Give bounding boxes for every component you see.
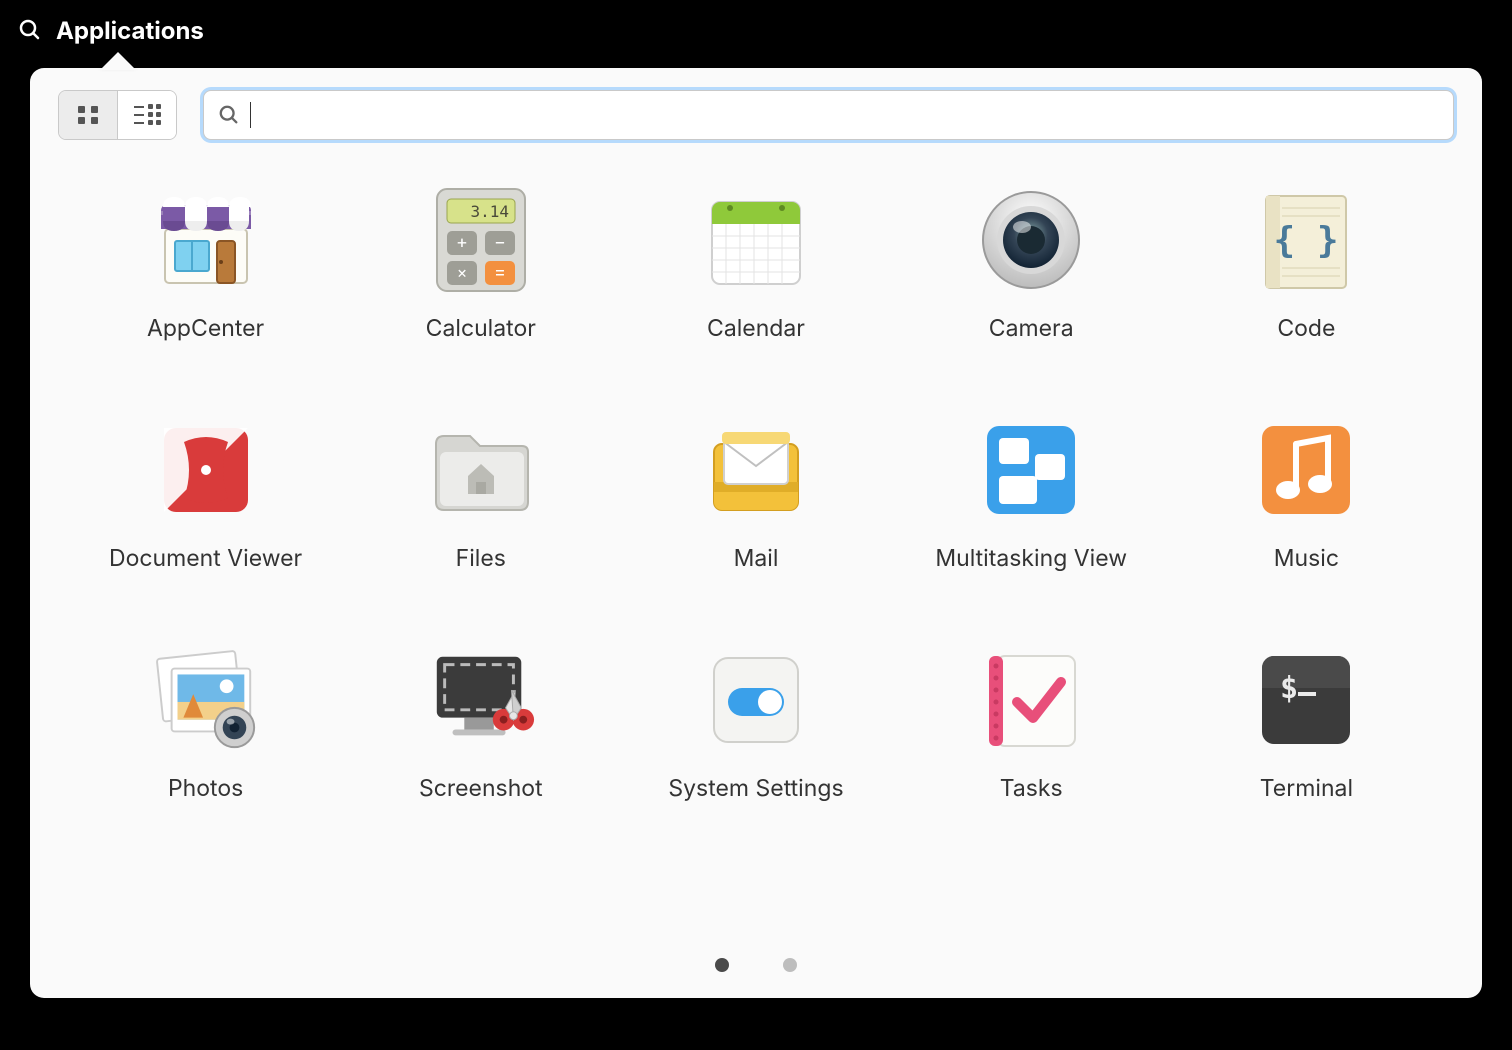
app-settings[interactable]: System Settings — [628, 644, 883, 802]
grid-view-icon — [75, 102, 101, 128]
app-tasks[interactable]: Tasks — [904, 644, 1159, 802]
mail-icon — [700, 414, 812, 526]
app-label: AppCenter — [147, 314, 264, 342]
docviewer-icon — [150, 414, 262, 526]
app-label: Calculator — [426, 314, 536, 342]
files-icon — [425, 414, 537, 526]
svg-text:−: − — [494, 232, 506, 253]
app-label: Multitasking View — [935, 544, 1127, 572]
app-label: Mail — [734, 544, 779, 572]
category-view-button[interactable] — [117, 91, 176, 139]
app-label: System Settings — [668, 774, 843, 802]
photos-icon — [150, 644, 262, 756]
app-label: Document Viewer — [109, 544, 302, 572]
search-input[interactable] — [261, 103, 1439, 128]
screenshot-icon — [425, 644, 537, 756]
page-dot-2[interactable] — [783, 958, 797, 972]
svg-text:$: $ — [1280, 671, 1298, 706]
settings-icon — [700, 644, 812, 756]
text-cursor — [250, 102, 251, 128]
terminal-icon: $ — [1250, 644, 1362, 756]
app-docviewer[interactable]: Document Viewer — [78, 414, 333, 572]
calendar-icon — [700, 184, 812, 296]
app-label: Tasks — [1000, 774, 1063, 802]
svg-text:=: = — [494, 262, 506, 283]
page-indicator — [58, 928, 1454, 972]
app-screenshot[interactable]: Screenshot — [353, 644, 608, 802]
applications-title[interactable]: Applications — [56, 16, 204, 45]
app-music[interactable]: Music — [1179, 414, 1434, 572]
search-icon — [218, 104, 240, 126]
app-label: Files — [456, 544, 506, 572]
svg-text:+: + — [456, 232, 468, 253]
app-label: Screenshot — [419, 774, 543, 802]
top-panel: Applications — [0, 0, 1512, 60]
app-label: Code — [1277, 314, 1335, 342]
svg-text:×: × — [456, 262, 467, 282]
app-multitask[interactable]: Multitasking View — [904, 414, 1159, 572]
view-switcher — [58, 90, 177, 140]
popover-header — [58, 90, 1454, 140]
search-field[interactable] — [203, 90, 1454, 140]
calculator-icon: 3.14 + − × = — [425, 184, 537, 296]
app-appcenter[interactable]: AppCenter — [78, 184, 333, 342]
app-label: Camera — [989, 314, 1074, 342]
app-label: Calendar — [707, 314, 805, 342]
app-label: Terminal — [1260, 774, 1353, 802]
tasks-icon — [975, 644, 1087, 756]
app-label: Photos — [168, 774, 243, 802]
grid-view-button[interactable] — [59, 91, 117, 139]
appcenter-icon — [150, 184, 262, 296]
app-calculator[interactable]: 3.14 + − × = Calculator — [353, 184, 608, 342]
category-view-icon — [132, 103, 162, 127]
applications-popover: AppCenter 3.14 + − × = — [30, 68, 1482, 998]
search-icon — [18, 18, 42, 42]
code-icon: { } — [1250, 184, 1362, 296]
app-terminal[interactable]: $ Terminal — [1179, 644, 1434, 802]
app-mail[interactable]: Mail — [628, 414, 883, 572]
svg-text:{ }: { } — [1274, 220, 1339, 261]
app-grid: AppCenter 3.14 + − × = — [58, 174, 1454, 802]
multitask-icon — [975, 414, 1087, 526]
app-camera[interactable]: Camera — [904, 184, 1159, 342]
app-code[interactable]: { } Code — [1179, 184, 1434, 342]
app-calendar[interactable]: Calendar — [628, 184, 883, 342]
app-photos[interactable]: Photos — [78, 644, 333, 802]
camera-icon — [975, 184, 1087, 296]
popover-arrow — [100, 52, 136, 70]
svg-text:3.14: 3.14 — [470, 202, 509, 221]
app-label: Music — [1274, 544, 1339, 572]
page-dot-1[interactable] — [715, 958, 729, 972]
music-icon — [1250, 414, 1362, 526]
app-files[interactable]: Files — [353, 414, 608, 572]
